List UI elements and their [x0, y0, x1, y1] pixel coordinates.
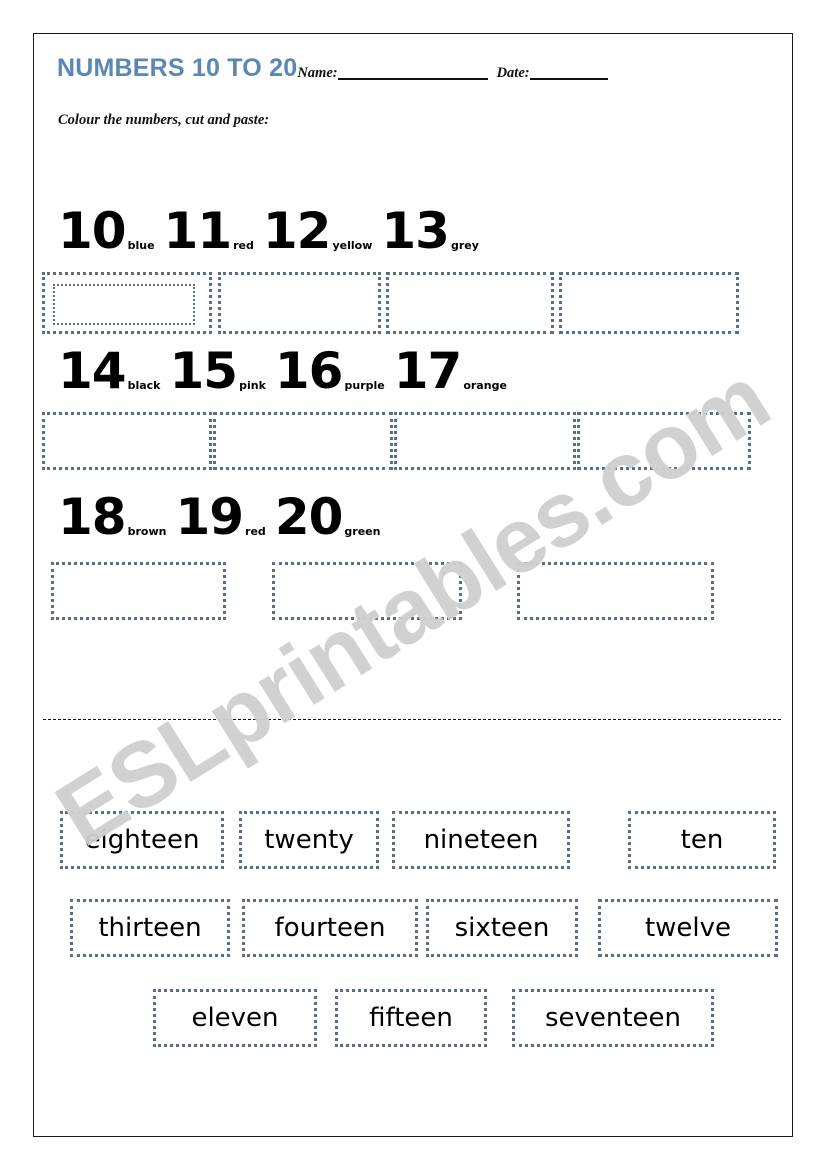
- name-input-rule[interactable]: [337, 67, 488, 80]
- word-card-label: twelve: [644, 913, 732, 943]
- word-card-label: ten: [680, 825, 724, 855]
- page-title: NUMBERS 10 TO 20: [57, 54, 298, 82]
- colour-label: green: [344, 525, 381, 538]
- word-card-label: eighteen: [84, 825, 200, 855]
- paste-box[interactable]: [386, 272, 554, 334]
- word-card-label: twenty: [264, 825, 354, 855]
- number-row-3: 18 brown 19 red 20 green: [58, 492, 389, 542]
- colour-label: purple: [344, 379, 385, 392]
- colour-label: grey: [450, 239, 479, 252]
- name-label: Name:: [297, 64, 338, 81]
- word-card-fifteen[interactable]: fifteen: [335, 989, 487, 1047]
- colour-label: black: [127, 379, 161, 392]
- number-digit: 14: [58, 342, 127, 400]
- colour-label: yellow: [332, 239, 373, 252]
- number-digit: 19: [175, 488, 244, 546]
- number-item-19: 19 red: [175, 492, 274, 542]
- word-card-label: seventeen: [544, 1003, 682, 1033]
- colour-label: orange: [463, 379, 507, 392]
- colour-label: red: [233, 239, 254, 252]
- paste-box[interactable]: [51, 562, 226, 620]
- word-card-label: fourteen: [274, 913, 386, 943]
- word-card-seventeen[interactable]: seventeen: [512, 989, 714, 1047]
- paste-box-inner-outline: [53, 284, 195, 325]
- number-digit: 15: [169, 342, 239, 400]
- number-item-11: 11 red: [164, 206, 263, 256]
- number-item-15: 15 pink: [170, 346, 275, 396]
- word-card-label: sixteen: [454, 913, 550, 943]
- colour-label: blue: [127, 239, 155, 252]
- number-item-18: 18 brown: [58, 492, 175, 542]
- paste-box[interactable]: [213, 412, 393, 470]
- word-card-label: nineteen: [423, 825, 539, 855]
- paste-box[interactable]: [394, 412, 576, 470]
- number-digit: 13: [381, 202, 450, 260]
- word-card-label: eleven: [191, 1003, 279, 1033]
- number-item-13: 13 grey: [381, 206, 488, 256]
- worksheet-page: ESLprintables.com NUMBERS 10 TO 20 Name:…: [33, 33, 793, 1137]
- colour-label: red: [245, 525, 266, 538]
- worksheet-header: NUMBERS 10 TO 20 Name: Date:: [57, 56, 772, 81]
- paste-box-row-2: [34, 412, 792, 482]
- number-item-12: 12 yellow: [263, 206, 382, 256]
- paste-box[interactable]: [42, 272, 212, 334]
- word-card-fourteen[interactable]: fourteen: [242, 899, 418, 957]
- word-card-nineteen[interactable]: nineteen: [392, 811, 570, 869]
- number-digit: 10: [58, 202, 127, 260]
- number-item-16: 16 purple: [275, 346, 394, 396]
- number-item-14: 14 black: [58, 346, 170, 396]
- paste-box[interactable]: [272, 562, 462, 620]
- number-item-17: 17 orange: [394, 346, 516, 396]
- word-card-ten[interactable]: ten: [628, 811, 776, 869]
- paste-box[interactable]: [577, 412, 751, 470]
- paste-box[interactable]: [559, 272, 739, 334]
- number-digit: 11: [163, 202, 233, 260]
- number-row-2: 14 black 15 pink 16 purple 17 orange: [58, 346, 516, 396]
- word-card-twenty[interactable]: twenty: [239, 811, 379, 869]
- paste-box[interactable]: [517, 562, 714, 620]
- name-date-field: Name: Date:: [297, 64, 608, 81]
- date-label: Date:: [496, 64, 530, 81]
- paste-box[interactable]: [42, 412, 212, 470]
- word-card-eleven[interactable]: eleven: [153, 989, 317, 1047]
- number-item-10: 10 blue: [58, 206, 164, 256]
- number-digit: 16: [274, 342, 344, 400]
- word-card-label: thirteen: [98, 913, 202, 943]
- colour-label: brown: [127, 525, 167, 538]
- number-item-20: 20 green: [275, 492, 390, 542]
- number-digit: 20: [274, 488, 344, 546]
- word-card-thirteen[interactable]: thirteen: [70, 899, 230, 957]
- number-digit: 12: [262, 202, 332, 260]
- number-digit: 18: [58, 488, 127, 546]
- word-card-twelve[interactable]: twelve: [598, 899, 778, 957]
- word-card-sixteen[interactable]: sixteen: [426, 899, 578, 957]
- colour-label: pink: [239, 379, 266, 392]
- word-card-label: fifteen: [369, 1003, 453, 1033]
- cut-line-separator: [43, 719, 781, 720]
- number-digit: 17: [393, 342, 463, 400]
- date-input-rule[interactable]: [529, 67, 608, 80]
- word-card-eighteen[interactable]: eighteen: [60, 811, 224, 869]
- paste-box-row-1: [34, 272, 792, 342]
- paste-box[interactable]: [218, 272, 381, 334]
- instruction-text: Colour the numbers, cut and paste:: [58, 112, 270, 128]
- paste-box-row-3: [34, 562, 792, 632]
- number-row-1: 10 blue 11 red 12 yellow 13 grey: [58, 206, 488, 256]
